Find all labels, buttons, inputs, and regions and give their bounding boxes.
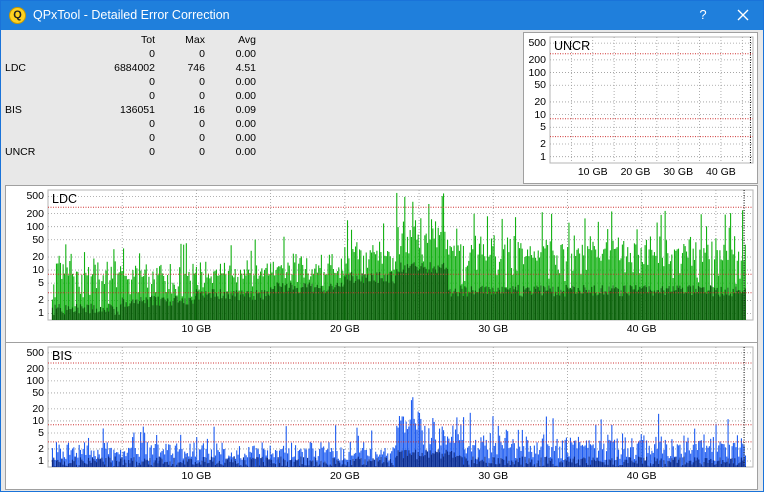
y-tick-label: 2 — [540, 138, 546, 151]
stats-row-max: 0 — [199, 118, 205, 130]
stats-row: BIS 136051 16 0.09 — [5, 103, 265, 117]
y-tick-label: 1 — [540, 150, 546, 163]
stats-row-avg: 0.00 — [235, 146, 256, 158]
x-tick-label: 20 GB — [329, 470, 360, 482]
y-tick-label: 10 — [32, 264, 44, 277]
bis-chart-panel: 500 200 100 50 20 10 5 2 1 10 GB 20 GB 30 GB 40 GB BI… — [5, 342, 758, 490]
stats-row-max: 746 — [187, 62, 205, 74]
stats-row-label: BIS — [5, 104, 22, 116]
uncr-chart-panel: 500 200 100 50 20 10 5 2 1 10 GB 20 GB 30 GB 40 GB UN… — [523, 32, 758, 184]
stats-row-avg: 0.00 — [235, 132, 256, 144]
stats-row-tot: 0 — [149, 90, 155, 102]
y-tick-label: 200 — [26, 362, 44, 375]
app-icon: Q — [9, 7, 26, 24]
stats-row-max: 16 — [193, 104, 205, 116]
x-tick-label: 40 GB — [706, 166, 736, 178]
y-tick-label: 2 — [38, 294, 44, 307]
stats-row-avg: 0.00 — [235, 90, 256, 102]
stats-row: 0 0 0.00 — [5, 47, 265, 61]
x-tick-label: 30 GB — [478, 323, 509, 335]
y-tick-label: 2 — [38, 442, 44, 455]
ldc-chart-svg — [47, 189, 754, 321]
app-icon-letter: Q — [13, 9, 22, 21]
y-tick-label: 5 — [540, 121, 546, 134]
stats-row: LDC 6884002 746 4.51 — [5, 61, 265, 75]
stats-row-avg: 0.00 — [235, 48, 256, 60]
y-tick-label: 20 — [534, 95, 546, 108]
client-area: Tot Max Avg 0 0 0.00 LDC 6884002 746 4.51 0 0 0.00 0 0… — [1, 30, 763, 491]
chart-title: LDC — [52, 192, 78, 206]
y-tick-label: 5 — [38, 277, 44, 290]
y-tick-label: 100 — [26, 374, 44, 387]
close-button[interactable] — [729, 5, 757, 25]
stats-row: 0 0 0.00 — [5, 131, 265, 145]
stats-row-max: 0 — [199, 146, 205, 158]
stats-table: Tot Max Avg 0 0 0.00 LDC 6884002 746 4.51 0 0 0.00 0 0… — [5, 33, 265, 159]
x-tick-label: 10 GB — [181, 470, 212, 482]
x-tick-label: 20 GB — [329, 323, 360, 335]
y-tick-label: 500 — [528, 37, 546, 50]
y-tick-label: 100 — [26, 220, 44, 233]
stats-row-max: 0 — [199, 48, 205, 60]
x-tick-label: 10 GB — [181, 323, 212, 335]
stats-row: 0 0 0.00 — [5, 75, 265, 89]
stats-row-tot: 0 — [149, 48, 155, 60]
y-tick-label: 5 — [38, 426, 44, 439]
stats-row-avg: 0.09 — [235, 104, 256, 116]
qpxtool-window: Q QPxTool - Detailed Error Correction ? … — [0, 0, 764, 492]
stats-row: UNCR 0 0 0.00 — [5, 145, 265, 159]
y-tick-label: 200 — [528, 53, 546, 66]
y-tick-label: 200 — [26, 207, 44, 220]
stats-row-max: 0 — [199, 76, 205, 88]
stats-row-avg: 0.00 — [235, 118, 256, 130]
y-tick-label: 50 — [32, 386, 44, 399]
y-tick-label: 1 — [38, 454, 44, 467]
y-tick-label: 1 — [38, 307, 44, 320]
x-tick-label: 40 GB — [626, 323, 657, 335]
y-tick-label: 10 — [32, 414, 44, 427]
x-tick-label: 40 GB — [626, 470, 657, 482]
stats-row-max: 0 — [199, 132, 205, 144]
stats-row: 0 0 0.00 — [5, 89, 265, 103]
title-bar[interactable]: Q QPxTool - Detailed Error Correction ? — [1, 1, 763, 30]
stats-header-row: Tot Max Avg — [5, 33, 265, 47]
stats-row-tot: 0 — [149, 76, 155, 88]
stats-row-avg: 0.00 — [235, 76, 256, 88]
stats-row-label: UNCR — [5, 146, 36, 158]
x-tick-label: 30 GB — [478, 470, 509, 482]
stats-header-tot: Tot — [140, 34, 155, 46]
stats-row-tot: 6884002 — [114, 62, 155, 74]
y-tick-label: 50 — [534, 79, 546, 92]
help-button[interactable]: ? — [691, 5, 715, 25]
stats-row-tot: 0 — [149, 146, 155, 158]
y-tick-label: 500 — [26, 190, 44, 203]
stats-header-avg: Avg — [238, 34, 256, 46]
close-icon — [737, 9, 749, 21]
y-tick-label: 20 — [32, 402, 44, 415]
uncr-chart-svg — [549, 36, 754, 164]
stats-row-label: LDC — [5, 62, 27, 74]
stats-row-tot: 0 — [149, 132, 155, 144]
window-title: QPxTool - Detailed Error Correction — [33, 8, 230, 22]
y-tick-label: 50 — [32, 233, 44, 246]
y-tick-label: 100 — [528, 66, 546, 79]
stats-row-tot: 0 — [149, 118, 155, 130]
stats-header-max: Max — [185, 34, 205, 46]
stats-row: 0 0 0.00 — [5, 117, 265, 131]
bis-chart-svg — [47, 346, 754, 468]
chart-title: BIS — [52, 349, 73, 363]
stats-row-max: 0 — [199, 90, 205, 102]
stats-row-tot: 136051 — [119, 104, 155, 116]
y-tick-label: 500 — [26, 346, 44, 359]
ldc-chart-panel: 500 200 100 50 20 10 5 2 1 10 GB 20 GB 30 GB 40 GB LD… — [5, 185, 758, 343]
chart-title: UNCR — [554, 39, 591, 53]
y-tick-label: 10 — [534, 108, 546, 121]
stats-row-avg: 4.51 — [235, 62, 256, 74]
y-tick-label: 20 — [32, 251, 44, 264]
